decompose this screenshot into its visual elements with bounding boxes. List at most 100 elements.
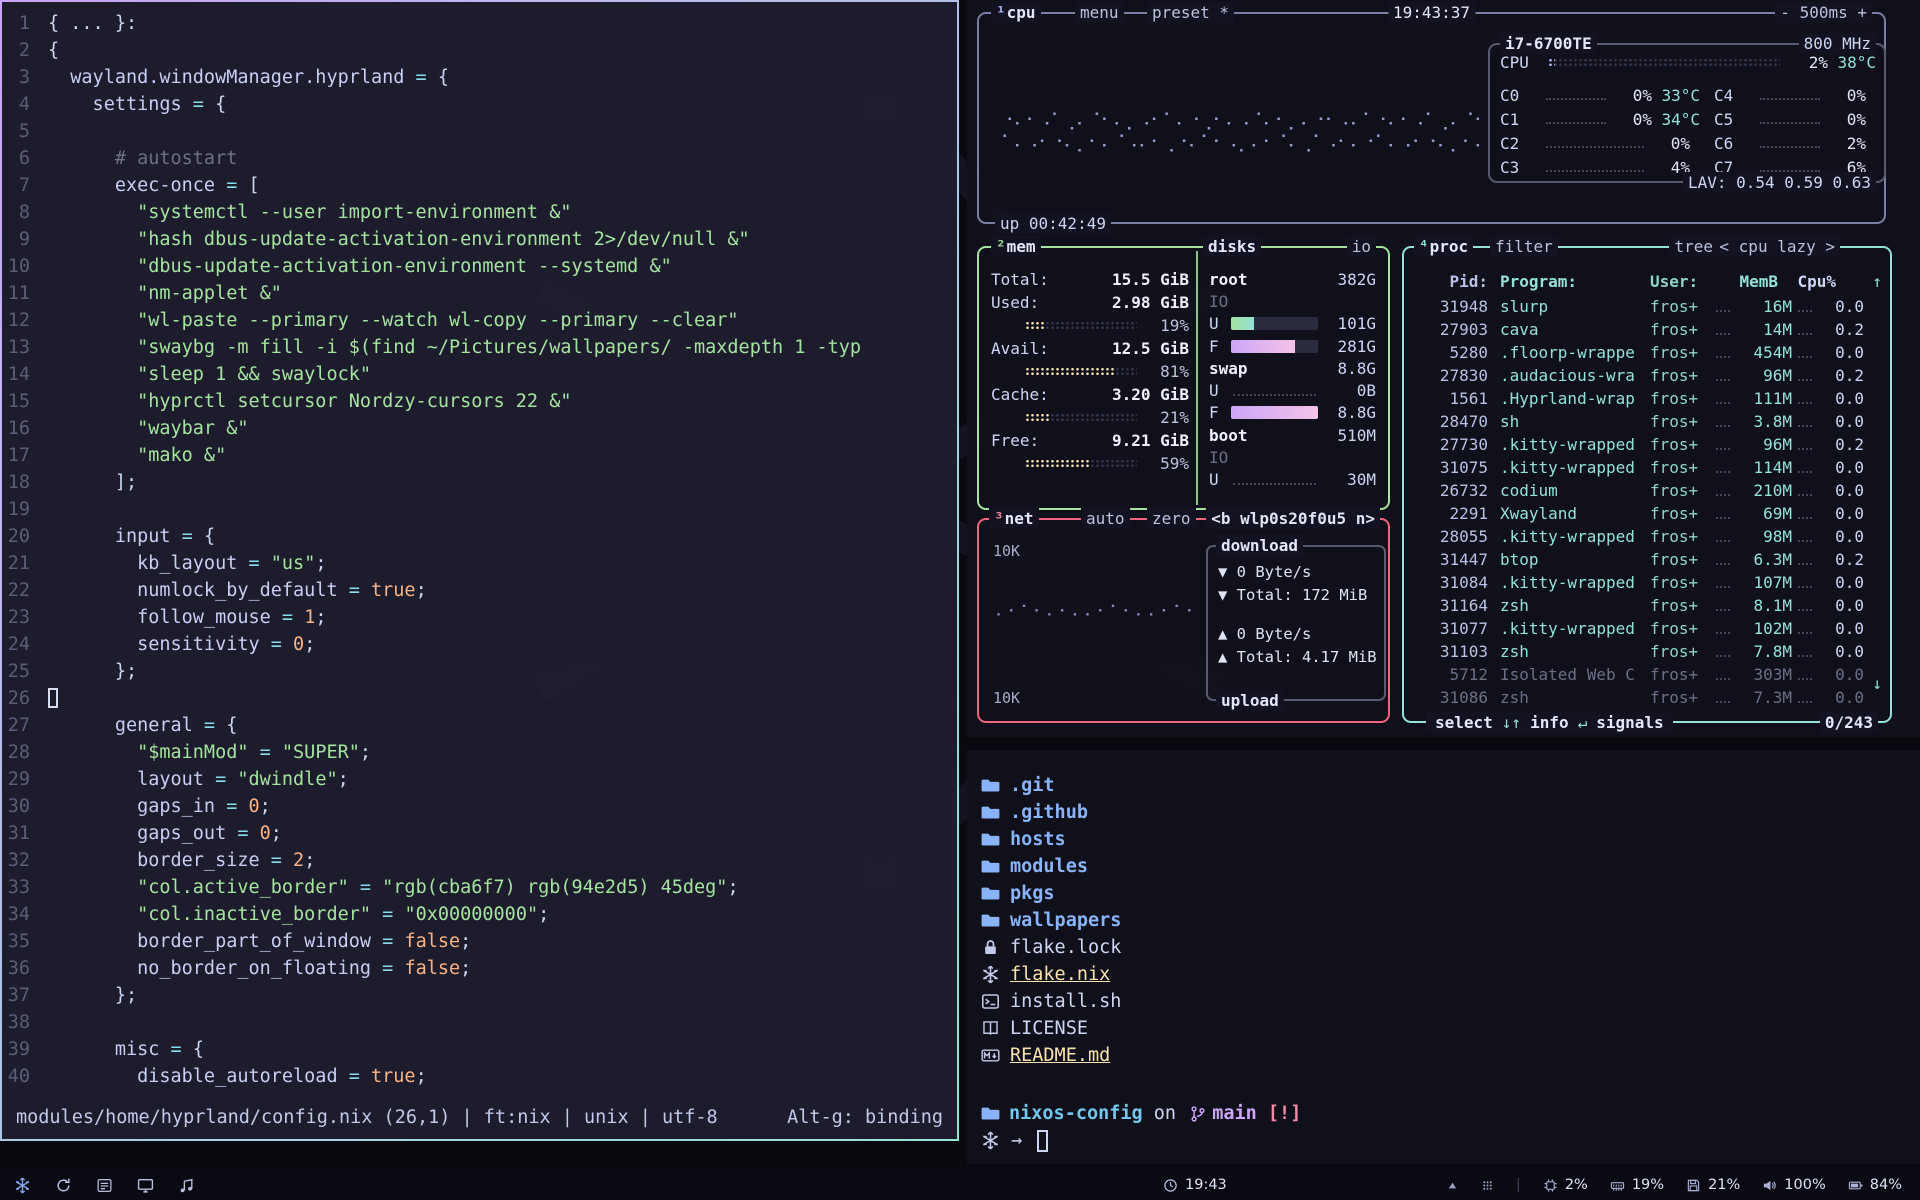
editor-line[interactable]: 14 "sleep 1 && swaylock": [2, 361, 957, 388]
editor-line[interactable]: 12 "wl-paste --primary --watch wl-copy -…: [2, 307, 957, 334]
process-row[interactable]: 27903cavafros+14M0.2: [1412, 318, 1864, 341]
editor-line[interactable]: 5: [2, 118, 957, 145]
process-row[interactable]: 27730.kitty-wrappedfros+96M0.2: [1412, 433, 1864, 456]
editor-line[interactable]: 32 border_size = 2;: [2, 847, 957, 874]
battery-module[interactable]: 84%: [1848, 1177, 1902, 1193]
editor-line[interactable]: 11 "nm-applet &": [2, 280, 957, 307]
disk-module[interactable]: 21%: [1686, 1177, 1740, 1193]
editor-line[interactable]: 34 "col.inactive_border" = "0x00000000";: [2, 901, 957, 928]
cpu-total-percent: 2%: [1788, 53, 1828, 72]
editor-line[interactable]: 2{: [2, 37, 957, 64]
process-row[interactable]: 31084.kitty-wrappedfros+107M0.0: [1412, 571, 1864, 594]
process-row[interactable]: 31086zshfros+7.3M0.0: [1412, 686, 1864, 709]
editor-line[interactable]: 30 gaps_in = 0;: [2, 793, 957, 820]
editor-line[interactable]: 36 no_border_on_floating = false;: [2, 955, 957, 982]
terminal-window[interactable]: .git.githubhostsmodulespkgswallpapersfla…: [967, 750, 1920, 1164]
process-row[interactable]: 31075.kitty-wrappedfros+114M0.0: [1412, 456, 1864, 479]
process-row[interactable]: 27830.audacious-wrafros+96M0.2: [1412, 364, 1864, 387]
proc-tree-button[interactable]: tree: [1669, 236, 1718, 257]
editor-line[interactable]: 40 disable_autoreload = true;: [2, 1063, 957, 1090]
editor-line[interactable]: 9 "hash dbus-update-activation-environme…: [2, 226, 957, 253]
cpu-panel-title[interactable]: ¹cpu: [991, 2, 1041, 23]
monitor-launcher-button[interactable]: [137, 1177, 154, 1194]
editor-line[interactable]: 4 settings = {: [2, 91, 957, 118]
editor-line[interactable]: 35 border_part_of_window = false;: [2, 928, 957, 955]
editor-line[interactable]: 20 input = {: [2, 523, 957, 550]
editor-line[interactable]: 18 ];: [2, 469, 957, 496]
upload-total: ▲ Total: 4.17 MiB: [1218, 646, 1384, 669]
branch-icon: [1189, 1105, 1207, 1123]
proc-panel-title[interactable]: ⁴proc: [1414, 236, 1473, 257]
mem-panel-title[interactable]: ²mem: [991, 236, 1041, 257]
editor-line[interactable]: 15 "hyprctl setcursor Nordzy-cursors 22 …: [2, 388, 957, 415]
line-number: 10: [2, 253, 48, 280]
file-name: .git: [1010, 775, 1055, 796]
disks-io-mode-button[interactable]: io: [1347, 236, 1376, 257]
process-row[interactable]: 26732codiumfros+210M0.0: [1412, 479, 1864, 502]
proc-filter-button[interactable]: filter: [1490, 236, 1558, 257]
editor-line[interactable]: 27 general = {: [2, 712, 957, 739]
process-row[interactable]: 31077.kitty-wrappedfros+102M0.0: [1412, 617, 1864, 640]
process-row[interactable]: 28470shfros+3.8M0.0: [1412, 410, 1864, 433]
editor-line[interactable]: 13 "swaybg -m fill -i $(find ~/Pictures/…: [2, 334, 957, 361]
proc-sort-selector[interactable]: < cpu lazy >: [1714, 236, 1840, 257]
btop-update-interval-control[interactable]: - 500ms +: [1775, 2, 1872, 23]
notes-launcher-button[interactable]: [96, 1177, 113, 1194]
process-row[interactable]: 1561.Hyprland-wrapfros+111M0.0: [1412, 387, 1864, 410]
editor-line[interactable]: 7 exec-once = [: [2, 172, 957, 199]
editor-line[interactable]: 8 "systemctl --user import-environment &…: [2, 199, 957, 226]
editor-line[interactable]: 29 layout = "dwindle";: [2, 766, 957, 793]
disks-panel-title[interactable]: disks: [1203, 236, 1261, 257]
cpu-module[interactable]: 2%: [1543, 1177, 1588, 1193]
editor-line[interactable]: 21 kb_layout = "us";: [2, 550, 957, 577]
net-device-selector[interactable]: <b wlp0s20f0u5 n>: [1206, 508, 1380, 529]
editor-line[interactable]: 23 follow_mouse = 1;: [2, 604, 957, 631]
net-panel-title[interactable]: ³net: [989, 508, 1039, 529]
process-row[interactable]: 31103zshfros+7.8M0.0: [1412, 640, 1864, 663]
nixos-launcher-button[interactable]: [14, 1177, 31, 1194]
net-auto-button[interactable]: auto: [1081, 508, 1130, 529]
editor-line[interactable]: 39 misc = {: [2, 1036, 957, 1063]
editor-line[interactable]: 24 sensitivity = 0;: [2, 631, 957, 658]
editor-line[interactable]: 31 gaps_out = 0;: [2, 820, 957, 847]
process-row[interactable]: 2291Xwaylandfros+69M0.0: [1412, 502, 1864, 525]
editor-line[interactable]: 1{ ... }:: [2, 10, 957, 37]
process-row[interactable]: 5280.floorp-wrappefros+454M0.0: [1412, 341, 1864, 364]
mem-panel-hotkey: ²: [996, 236, 1006, 257]
editor-line[interactable]: 38: [2, 1009, 957, 1036]
process-row[interactable]: 31948slurpfros+16M0.0: [1412, 295, 1864, 318]
memory-module[interactable]: 19%: [1610, 1177, 1664, 1193]
btop-menu-button[interactable]: menu: [1075, 2, 1124, 23]
cpu-core-row: C10%34°C: [1500, 107, 1700, 131]
process-row[interactable]: 28055.kitty-wrappedfros+98M0.0: [1412, 525, 1864, 548]
editor-line[interactable]: 37 };: [2, 982, 957, 1009]
editor-line[interactable]: 33 "col.active_border" = "rgb(cba6f7) rg…: [2, 874, 957, 901]
process-row[interactable]: 31447btopfros+6.3M0.2: [1412, 548, 1864, 571]
proc-scroll-up[interactable]: ↑: [1872, 272, 1882, 291]
process-row[interactable]: 31164zshfros+8.1M0.0: [1412, 594, 1864, 617]
editor-line[interactable]: 6 # autostart: [2, 145, 957, 172]
editor-line[interactable]: 28 "$mainMod" = "SUPER";: [2, 739, 957, 766]
editor-line[interactable]: 25 };: [2, 658, 957, 685]
btop-memory-panel: ²mem disks io Total:15.5 GiBUsed:2.98 Gi…: [977, 246, 1390, 510]
tray-dots-icon[interactable]: [1481, 1179, 1494, 1192]
cpu-core-row: C34%: [1500, 155, 1700, 179]
process-row[interactable]: 5712Isolated Web Cfros+303M0.0: [1412, 663, 1864, 686]
net-zero-button[interactable]: zero: [1147, 508, 1196, 529]
editor-line[interactable]: 19: [2, 496, 957, 523]
editor-line[interactable]: 10 "dbus-update-activation-environment -…: [2, 253, 957, 280]
proc-scroll-down[interactable]: ↓: [1872, 674, 1882, 693]
disk-row: F8.8G: [1209, 402, 1376, 424]
music-launcher-button[interactable]: [178, 1177, 195, 1194]
editor-line[interactable]: 26: [2, 685, 957, 712]
editor-line[interactable]: 22 numlock_by_default = true;: [2, 577, 957, 604]
editor-line[interactable]: 3 wayland.windowManager.hyprland = {: [2, 64, 957, 91]
refresh-launcher-button[interactable]: [55, 1177, 72, 1194]
editor-line[interactable]: 17 "mako &": [2, 442, 957, 469]
clock-module[interactable]: 19:43: [1163, 1170, 1227, 1200]
tray-triangle-icon[interactable]: [1446, 1179, 1459, 1192]
btop-preset-button[interactable]: preset *: [1147, 2, 1234, 23]
editor-window[interactable]: 1{ ... }:2{3 wayland.windowManager.hyprl…: [0, 0, 959, 1141]
volume-module[interactable]: 100%: [1762, 1177, 1825, 1193]
editor-line[interactable]: 16 "waybar &": [2, 415, 957, 442]
